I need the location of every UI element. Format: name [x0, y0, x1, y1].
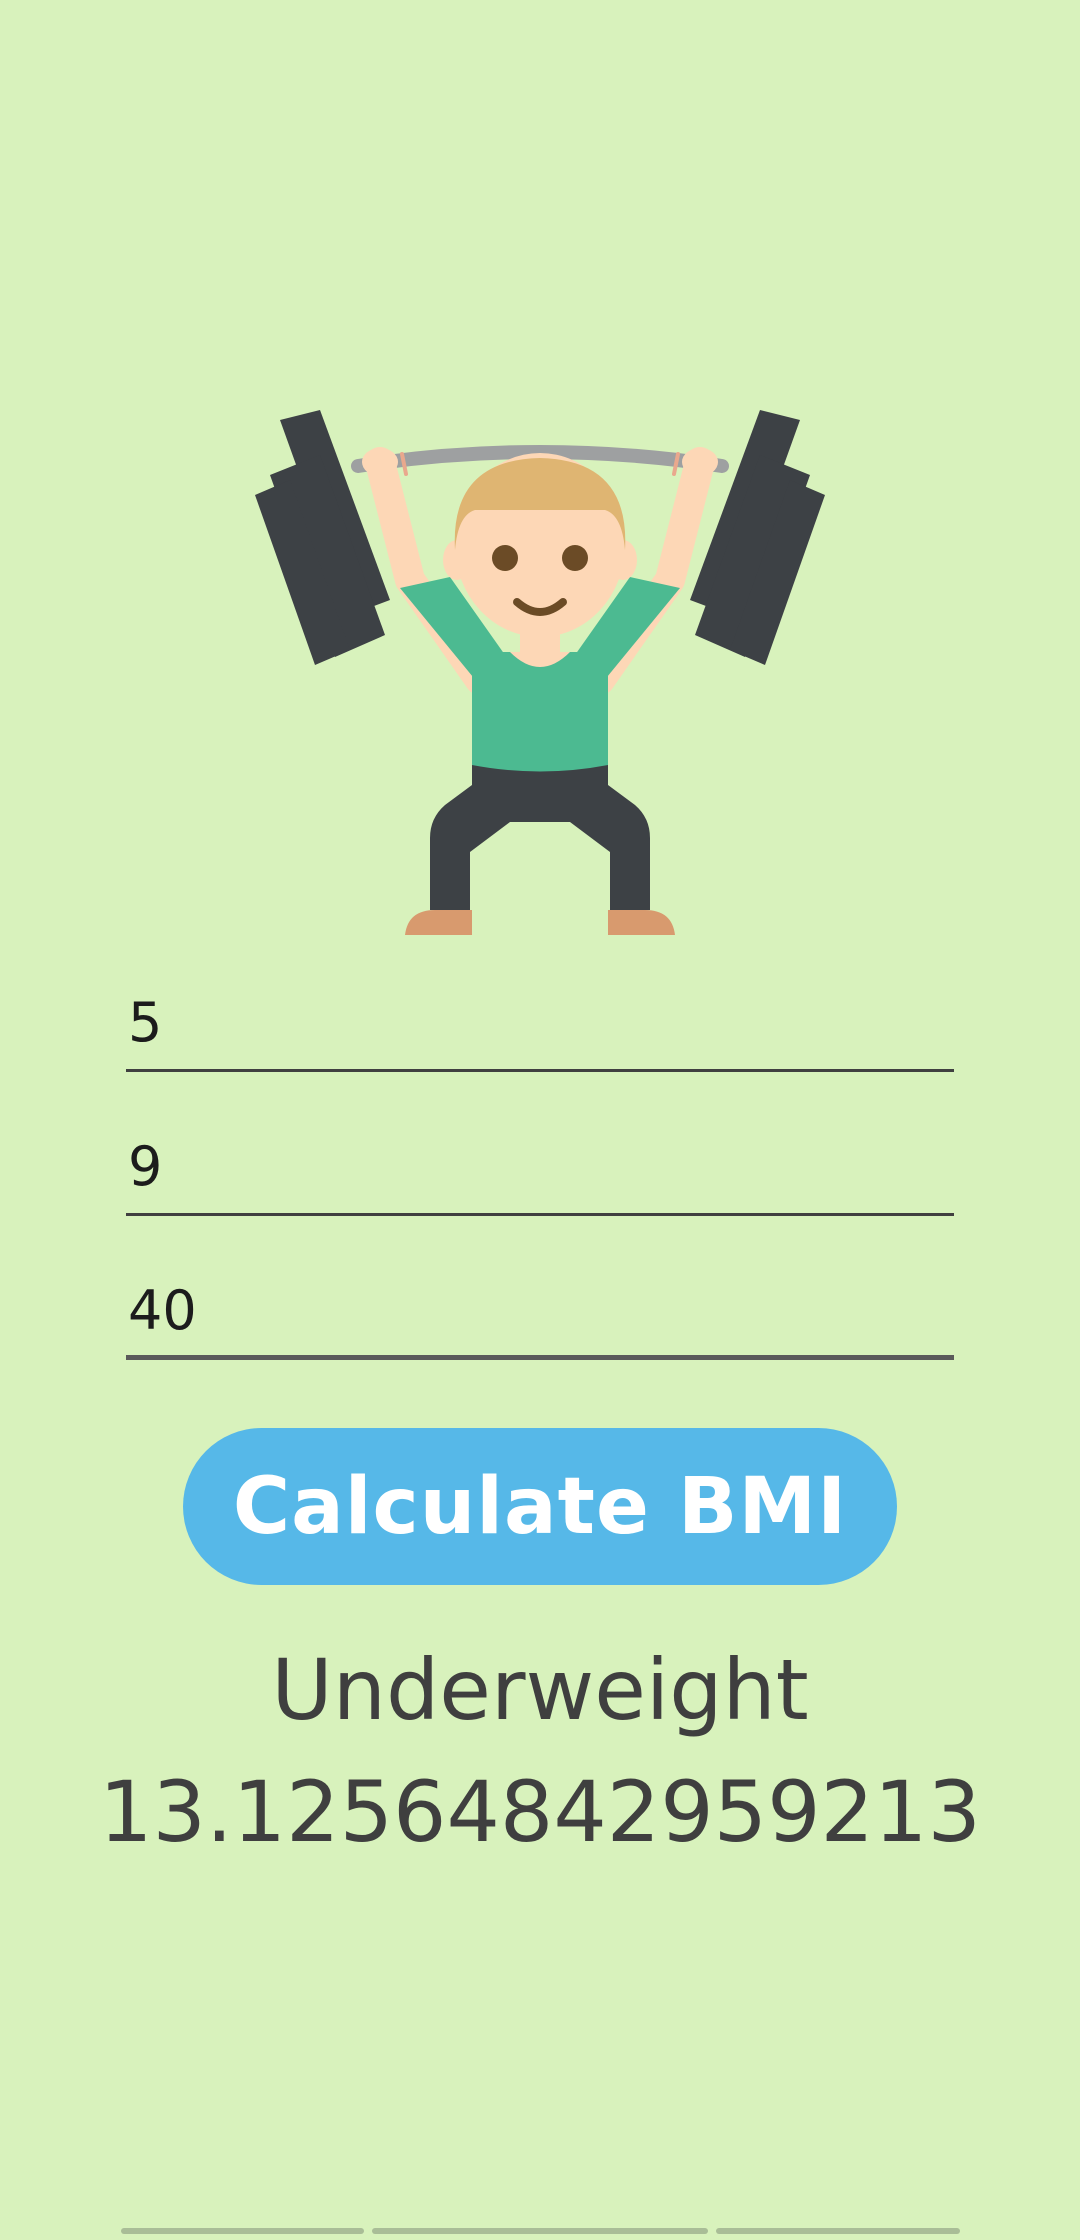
height-inches-input[interactable] [126, 1116, 954, 1216]
bmi-value-text: 13.12564842959213 [99, 1763, 981, 1861]
height-feet-input[interactable] [126, 972, 954, 1072]
nav-indicator-left [121, 2228, 364, 2234]
bmi-category-text: Underweight [271, 1641, 809, 1739]
field-underline [126, 1069, 954, 1072]
field-underline [126, 1213, 954, 1216]
weightlifter-icon [255, 410, 825, 935]
field-underline [126, 1355, 954, 1360]
nav-indicator-right [716, 2228, 960, 2234]
height-feet-field[interactable] [126, 972, 954, 1072]
nav-indicator-center [372, 2228, 708, 2234]
weight-input[interactable] [126, 1260, 954, 1360]
calculate-bmi-button[interactable]: Calculate BMI [183, 1428, 897, 1585]
height-inches-field[interactable] [126, 1116, 954, 1216]
weight-field[interactable] [126, 1260, 954, 1360]
